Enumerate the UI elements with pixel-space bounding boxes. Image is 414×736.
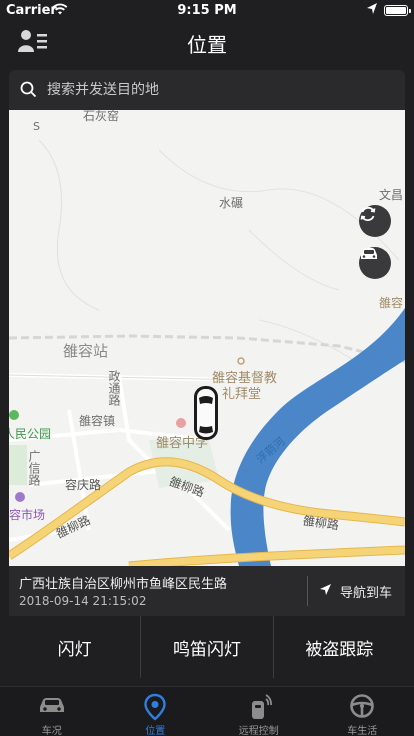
tab-location[interactable]: 位置: [104, 687, 208, 736]
map-view[interactable]: 石灰窑 水碾 文昌 雒容 雒容站 雒容基督教 礼拜堂 政通路 雒容镇 雒容中学 …: [9, 110, 405, 566]
location-pin-icon: [143, 693, 167, 725]
car-icon: [37, 693, 67, 721]
map-label: 政通路: [107, 370, 121, 406]
map-label: 雒容镇: [79, 414, 116, 428]
map-label: 石灰窑: [83, 110, 120, 123]
nav-bar: 位置: [0, 20, 414, 64]
navigate-to-car-button[interactable]: 导航到车: [319, 580, 392, 602]
page-title: 位置: [187, 33, 227, 57]
navigation-arrow-icon: [319, 583, 332, 600]
tab-label: 位置: [145, 726, 166, 736]
navigate-label: 导航到车: [340, 585, 393, 601]
tab-bar: 车况 位置 远程控制 车生活: [0, 686, 414, 736]
horn-and-flash-button[interactable]: 鸣笛闪灯: [141, 616, 274, 678]
map-graphics: [9, 139, 405, 566]
location-arrow-icon: [366, 2, 378, 20]
destination-search-input[interactable]: [47, 78, 387, 102]
status-bar: Carrier 9:15 PM: [0, 0, 414, 20]
flash-lights-button[interactable]: 闪灯: [9, 616, 142, 678]
tab-car-life[interactable]: 车生活: [311, 687, 414, 736]
tab-vehicle-status[interactable]: 车况: [0, 687, 104, 736]
battery-icon: [384, 5, 411, 16]
action-bar: 闪灯 鸣笛闪灯 被盗跟踪: [9, 616, 405, 678]
map-label: 雒容: [379, 296, 404, 310]
map-label: 文昌: [379, 188, 404, 202]
remote-key-icon: [246, 693, 272, 725]
map-label: 容庆路: [65, 478, 102, 492]
location-card: 石灰窑 水碾 文昌 雒容 雒容站 雒容基督教 礼拜堂 政通路 雒容镇 雒容中学 …: [9, 70, 405, 678]
map-label: 雒容站: [63, 342, 109, 360]
search-bar: [9, 70, 405, 110]
tab-remote-control[interactable]: 远程控制: [207, 687, 311, 736]
tab-label: 车生活: [347, 726, 378, 736]
location-timestamp: 2018-09-14 21:15:02: [19, 594, 147, 608]
refresh-location-button[interactable]: [359, 205, 391, 237]
map-label: 容市场: [9, 508, 46, 522]
car-address: 广西壮族自治区柳州市鱼峰区民生路: [19, 577, 228, 592]
map-label: 礼拜堂: [222, 387, 262, 402]
map-label: 广信路: [27, 450, 41, 486]
car-marker-icon[interactable]: [192, 384, 220, 442]
tab-label: 远程控制: [238, 726, 279, 736]
car-location-info: 广西壮族自治区柳州市鱼峰区民生路 2018-09-14 21:15:02 导航到…: [9, 566, 405, 616]
compass-label: S: [33, 120, 40, 133]
tab-label: 车况: [41, 726, 62, 736]
steering-wheel-icon: [349, 693, 375, 723]
map-label: 人民公园: [9, 427, 52, 441]
locate-car-button[interactable]: [359, 247, 391, 279]
clock: 9:15 PM: [177, 3, 237, 18]
divider: [307, 576, 308, 606]
search-icon: [20, 81, 37, 102]
map-label: 水碾: [219, 196, 244, 210]
theft-tracking-button[interactable]: 被盗跟踪: [274, 616, 405, 678]
